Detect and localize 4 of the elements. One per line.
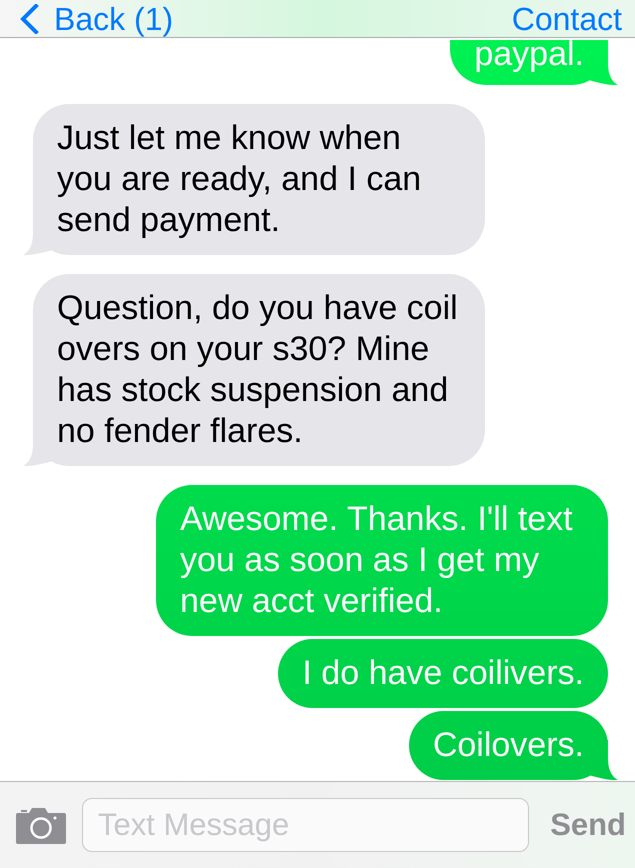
back-button[interactable]: Back (1) (18, 0, 174, 36)
contact-button[interactable]: Contact (512, 0, 622, 36)
camera-icon[interactable] (16, 806, 66, 844)
chevron-left-icon (18, 4, 40, 34)
